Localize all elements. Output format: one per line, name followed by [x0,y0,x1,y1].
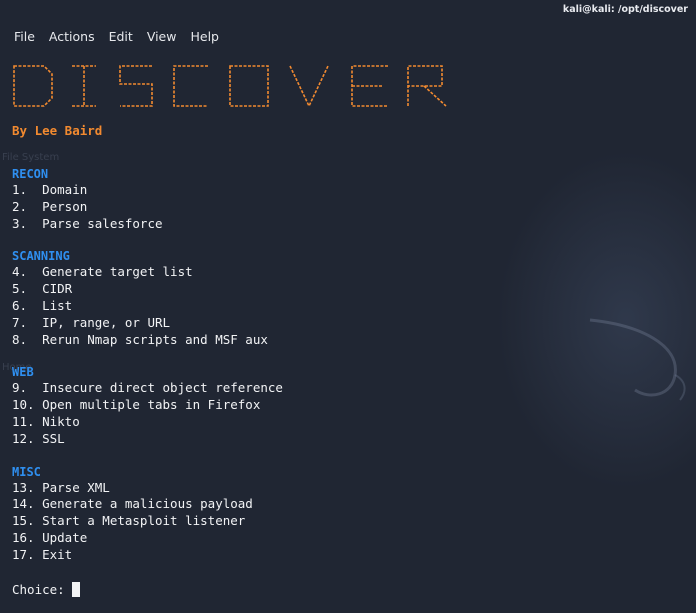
menu-bar: File Actions Edit View Help [14,29,233,44]
option-9-idor: 9. Insecure direct object reference [12,380,283,396]
section-recon: RECON 1. Domain 2. Person 3. Parse sales… [12,167,682,232]
option-10-firefox-tabs: 10. Open multiple tabs in Firefox [12,397,261,413]
menu-file[interactable]: File [14,29,35,44]
terminal-window: File System Home kali@kali: /opt/discove… [0,0,696,613]
menu-help[interactable]: Help [190,29,219,44]
section-title-recon: RECON [12,167,49,181]
choice-prompt-label: Choice: [12,581,65,597]
terminal-cursor [71,581,80,597]
section-scanning: SCANNING 4. Generate target list 5. CIDR… [12,249,682,348]
option-7-ip-range-url: 7. IP, range, or URL [12,314,171,330]
window-title: kali@kali: /opt/discover [562,4,688,15]
option-13-parse-xml: 13. Parse XML [12,479,110,495]
option-4-generate-target-list: 4. Generate target list [12,264,193,280]
menu-edit[interactable]: Edit [109,29,133,44]
choice-prompt[interactable]: Choice: [12,581,682,598]
option-2-person: 2. Person [12,198,88,214]
section-title-misc: MISC [12,464,41,479]
option-12-ssl: 12. SSL [12,430,65,446]
terminal-output[interactable]: By Lee Baird RECON 1. Domain 2. Person 3… [12,60,682,598]
section-misc: MISC 13. Parse XML 14. Generate a malici… [12,465,682,564]
section-title-web: WEB [12,365,34,380]
option-6-list: 6. List [12,297,73,313]
title-bar: kali@kali: /opt/discover [0,0,696,20]
option-14-malicious-payload: 14. Generate a malicious payload [12,496,253,512]
discover-ascii-banner [13,65,447,108]
option-8-rerun-nmap: 8. Rerun Nmap scripts and MSF aux [12,331,268,347]
author-line: By Lee Baird [12,123,103,138]
section-web: WEB 9. Insecure direct object reference … [12,365,682,447]
menu-actions[interactable]: Actions [49,29,95,44]
menu-view[interactable]: View [147,29,177,44]
option-11-nikto: 11. Nikto [12,413,80,429]
option-3-parse-salesforce: 3. Parse salesforce [12,215,163,231]
option-5-cidr: 5. CIDR [12,281,73,297]
option-16-update: 16. Update [12,529,88,545]
section-title-scanning: SCANNING [12,249,70,264]
option-1-domain: 1. Domain [12,182,88,197]
option-17-exit: 17. Exit [12,546,73,562]
option-15-metasploit-listener: 15. Start a Metasploit listener [12,513,246,529]
